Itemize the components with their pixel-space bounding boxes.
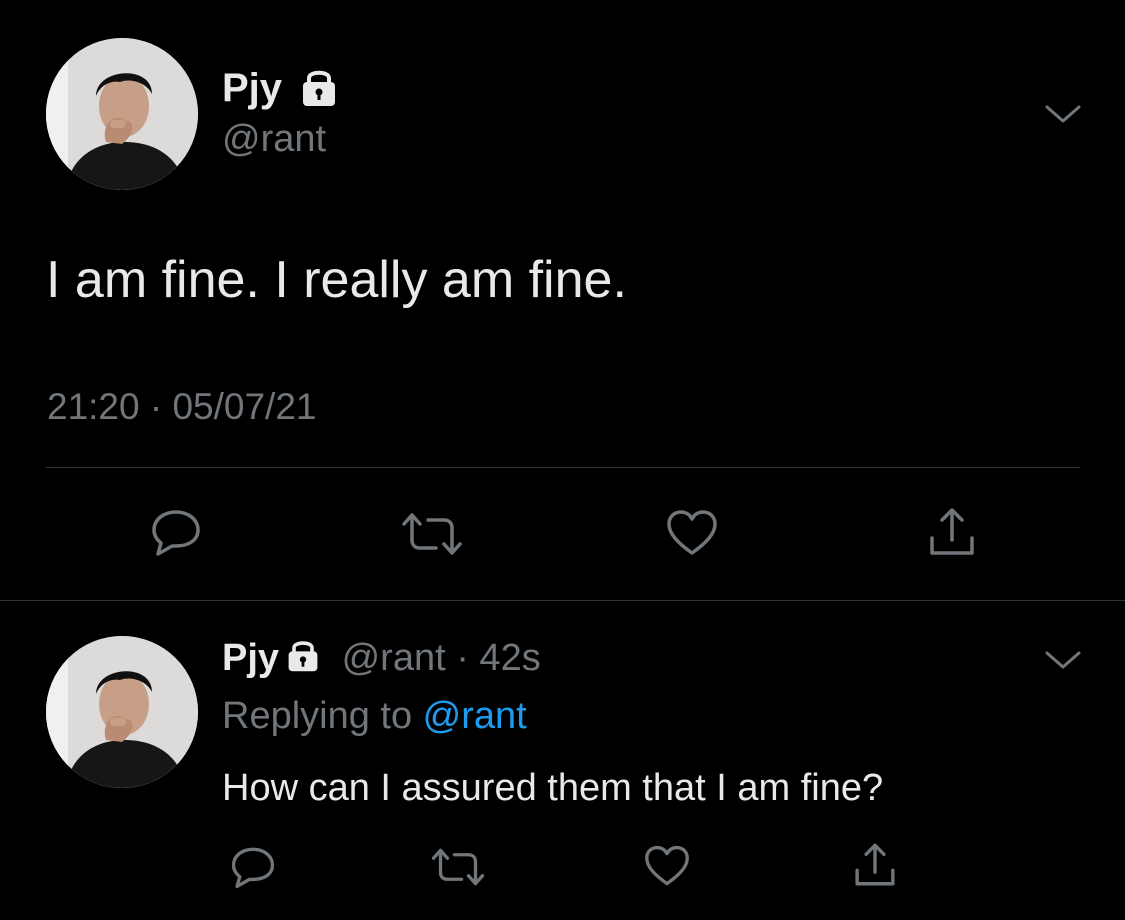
like-icon[interactable]: [664, 508, 720, 558]
reply-icon[interactable]: [148, 506, 204, 558]
share-icon[interactable]: [924, 504, 980, 560]
reply-header: Pjy @rant · 42s: [222, 634, 541, 682]
main-avatar[interactable]: [46, 38, 198, 190]
reply-icon[interactable]: [228, 844, 278, 890]
like-icon[interactable]: [642, 844, 692, 888]
share-icon[interactable]: [850, 840, 900, 890]
lock-icon: [288, 641, 318, 672]
retweet-icon[interactable]: [428, 846, 488, 888]
replying-to: Replying to @rant: [222, 692, 527, 740]
handle-and-time[interactable]: @rant · 42s: [331, 637, 541, 679]
mention-link[interactable]: @rant: [423, 695, 527, 737]
chevron-down-icon[interactable]: [1044, 101, 1082, 127]
replying-prefix: Replying to: [222, 695, 423, 737]
handle[interactable]: @rant: [222, 116, 326, 162]
retweet-icon[interactable]: [398, 510, 466, 558]
tweet-text: How can I assured them that I am fine?: [222, 767, 884, 809]
display-name[interactable]: Pjy: [222, 637, 279, 679]
display-name[interactable]: Pjy: [222, 64, 282, 112]
reply-avatar[interactable]: [46, 636, 198, 788]
lock-icon: [303, 70, 335, 106]
tweet-text: I am fine. I really am fine.: [46, 251, 627, 309]
tweet-timestamp[interactable]: 21:20 · 05/07/21: [47, 384, 317, 430]
divider: [0, 600, 1125, 601]
chevron-down-icon[interactable]: [1044, 647, 1082, 673]
divider: [46, 467, 1080, 468]
